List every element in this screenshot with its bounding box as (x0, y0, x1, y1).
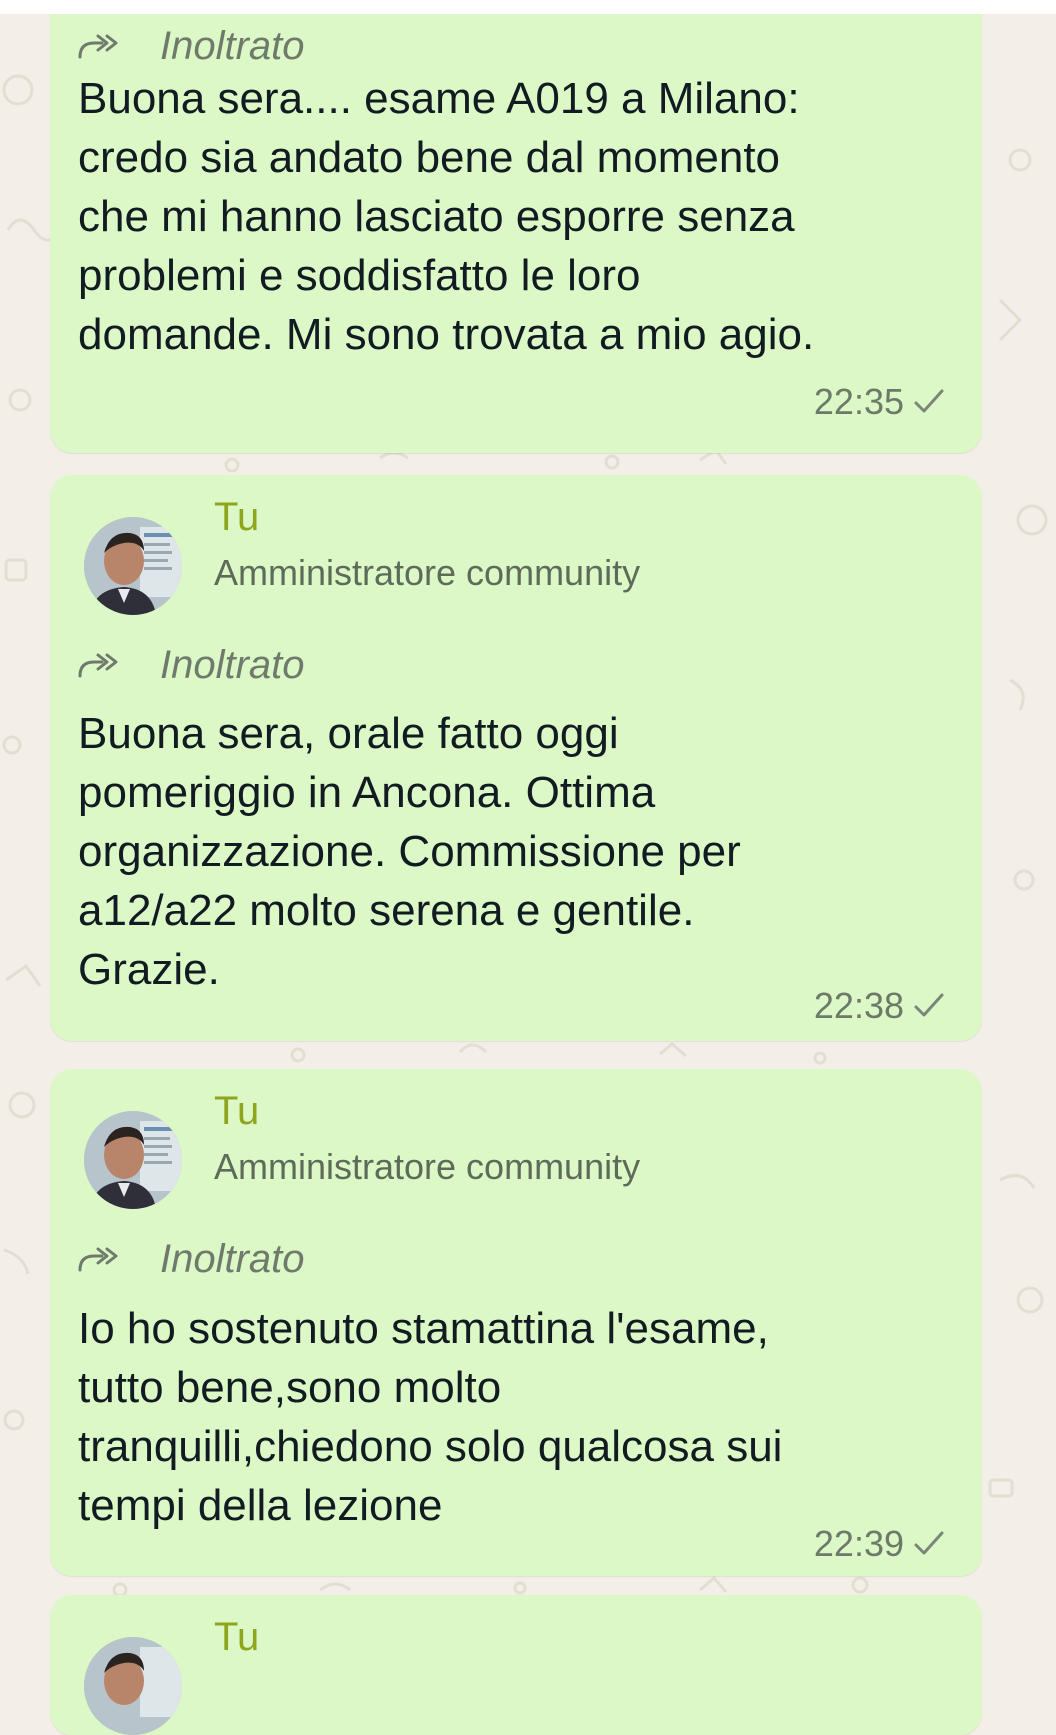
forwarded-label: Inoltrato (160, 24, 305, 68)
single-check-icon (914, 993, 944, 1017)
sender-role: Amministratore community (214, 552, 641, 593)
sender-name[interactable]: Tu (214, 493, 259, 541)
message-bubble[interactable]: Inoltrato Buona sera.... esame A019 a Mi… (50, 0, 982, 453)
forwarded-label: Inoltrato (160, 1237, 305, 1281)
message-time: 22:39 (813, 1523, 904, 1564)
forwarded-indicator: Inoltrato (76, 641, 305, 689)
single-check-icon (914, 1531, 944, 1555)
sender-role: Amministratore community (214, 1146, 641, 1187)
forwarded-indicator: Inoltrato (76, 1235, 305, 1283)
status-bar-strip (0, 0, 1056, 14)
message-text: Buona sera, orale fatto oggi pomeriggio … (78, 709, 741, 994)
message-bubble[interactable]: Tu Amministratore community Inoltrato Io… (50, 1069, 982, 1576)
message-time: 22:35 (813, 381, 904, 422)
message-meta: 22:39 (814, 1522, 946, 1566)
avatar[interactable] (84, 1111, 182, 1209)
message-text: Buona sera.... esame A019 a Milano: cred… (78, 74, 815, 359)
forwarded-icon (78, 34, 118, 59)
forwarded-icon (78, 653, 118, 678)
forwarded-indicator: Inoltrato (76, 22, 305, 70)
single-check-icon (914, 389, 944, 413)
avatar[interactable] (84, 1637, 182, 1735)
avatar[interactable] (84, 517, 182, 615)
sender-name[interactable]: Tu (214, 1613, 259, 1661)
sender-name[interactable]: Tu (214, 1087, 259, 1135)
message-bubble[interactable]: Tu (50, 1595, 982, 1735)
message-meta: 22:35 (814, 380, 946, 424)
message-time: 22:38 (813, 985, 904, 1026)
message-text: Io ho sostenuto stamattina l'esame, tutt… (78, 1304, 783, 1530)
forwarded-icon (78, 1247, 118, 1272)
message-bubble[interactable]: Tu Amministratore community Inoltrato Bu… (50, 475, 982, 1041)
forwarded-label: Inoltrato (160, 643, 305, 687)
message-meta: 22:38 (814, 984, 946, 1028)
